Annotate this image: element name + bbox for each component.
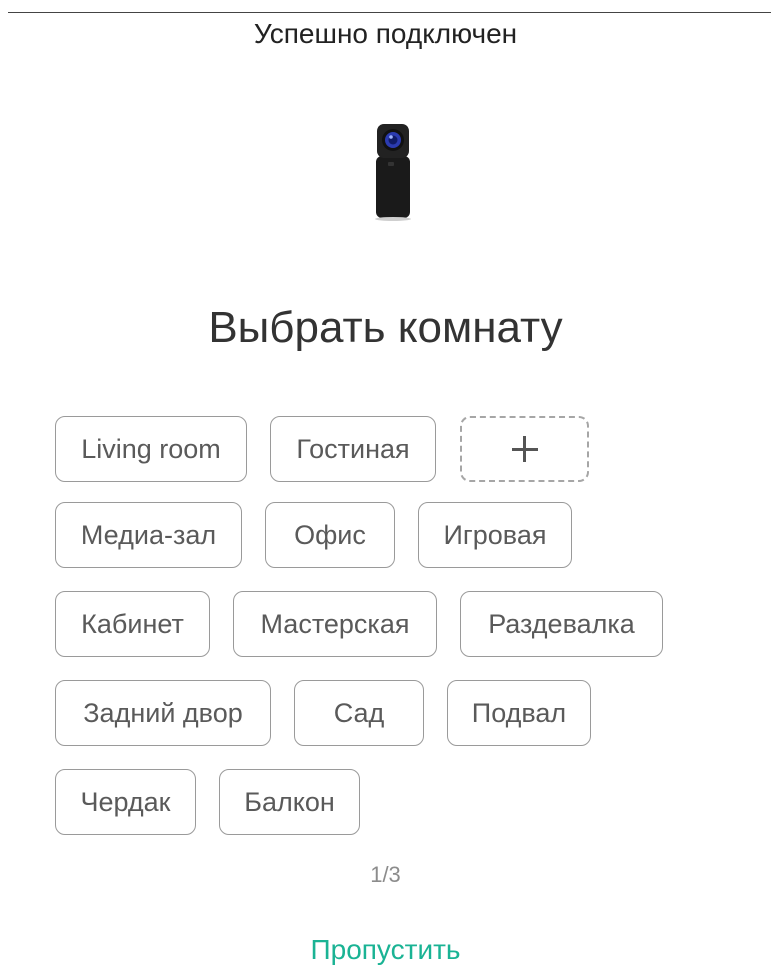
add-room-button[interactable]: [460, 416, 589, 482]
choose-room-title: Выбрать комнату: [208, 303, 563, 352]
room-chip-zadniy-dvor[interactable]: Задний двор: [55, 680, 271, 746]
room-chip-balkon[interactable]: Балкон: [219, 769, 360, 835]
room-chip-masterskaya[interactable]: Мастерская: [233, 591, 437, 657]
connection-status-title: Успешно подключен: [253, 18, 518, 49]
room-chip-gostinaya[interactable]: Гостиная: [270, 416, 436, 482]
camera-device-icon: [375, 124, 411, 221]
room-chip-living-room[interactable]: Living room: [55, 416, 247, 482]
room-chip-kabinet[interactable]: Кабинет: [55, 591, 210, 657]
room-chip-razdevalka[interactable]: Раздевалка: [460, 591, 663, 657]
room-chip-cherdak[interactable]: Чердак: [55, 769, 196, 835]
room-chip-media-zal[interactable]: Медиа-зал: [55, 502, 242, 568]
top-divider: [8, 12, 771, 13]
room-chip-sad[interactable]: Сад: [294, 680, 424, 746]
room-chip-igrovaya[interactable]: Игровая: [418, 502, 572, 568]
page-indicator: 1/3: [370, 862, 401, 887]
plus-icon: [511, 436, 538, 462]
room-chip-ofis[interactable]: Офис: [265, 502, 395, 568]
skip-button[interactable]: Пропустить: [0, 932, 771, 968]
room-chip-podval[interactable]: Подвал: [447, 680, 591, 746]
